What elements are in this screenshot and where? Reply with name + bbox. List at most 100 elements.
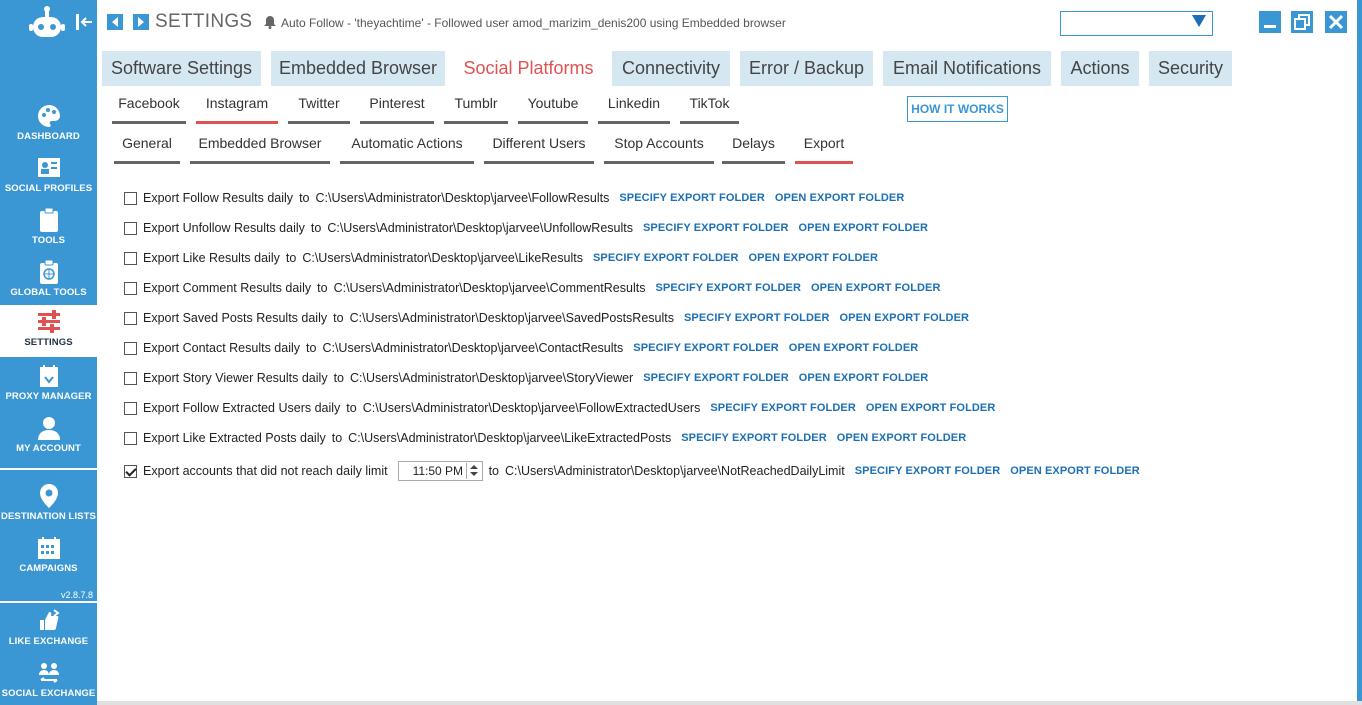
subtab-general[interactable]: General: [114, 135, 180, 164]
forward-button[interactable]: [133, 14, 149, 30]
open-export-folder-link[interactable]: OPEN EXPORT FOLDER: [837, 432, 967, 444]
open-export-folder-link[interactable]: OPEN EXPORT FOLDER: [775, 192, 905, 204]
specify-export-folder-link[interactable]: SPECIFY EXPORT FOLDER: [855, 465, 1001, 477]
export-path: C:\Users\Administrator\Desktop\jarvee\Sa…: [349, 311, 674, 325]
specify-export-folder-link[interactable]: SPECIFY EXPORT FOLDER: [643, 222, 789, 234]
tab-actions[interactable]: Actions: [1061, 51, 1139, 86]
platform-tab-linkedin[interactable]: Linkedin: [598, 95, 670, 124]
open-export-folder-link[interactable]: OPEN EXPORT FOLDER: [789, 342, 919, 354]
platform-tab-twitter[interactable]: Twitter: [288, 95, 350, 124]
subtab-delays[interactable]: Delays: [722, 135, 785, 164]
open-export-folder-link[interactable]: OPEN EXPORT FOLDER: [866, 402, 996, 414]
export-row: Export Contact Results daily to C:\Users…: [124, 339, 928, 357]
export-row: Export Like Extracted Posts daily to C:\…: [124, 429, 976, 447]
specify-export-folder-link[interactable]: SPECIFY EXPORT FOLDER: [710, 402, 856, 414]
map-pin-icon: [39, 484, 58, 508]
open-export-folder-link[interactable]: OPEN EXPORT FOLDER: [811, 282, 941, 294]
sidebar-item-label: SOCIAL EXCHANGE: [1, 688, 96, 699]
subtab-different-users[interactable]: Different Users: [484, 135, 594, 164]
tab-label: Pinterest: [369, 95, 425, 111]
specify-export-folder-link[interactable]: SPECIFY EXPORT FOLDER: [681, 432, 827, 444]
tab-connectivity[interactable]: Connectivity: [612, 51, 730, 86]
spinner-down-icon[interactable]: [467, 471, 481, 479]
platform-tab-instagram[interactable]: Instagram: [196, 95, 278, 124]
platform-tab-tiktok[interactable]: TikTok: [680, 95, 739, 124]
tab-software-settings[interactable]: Software Settings: [102, 51, 261, 86]
platform-tab-youtube[interactable]: Youtube: [518, 95, 588, 124]
export-path: C:\Users\Administrator\Desktop\jarvee\St…: [350, 371, 634, 385]
tab-error-backup[interactable]: Error / Backup: [740, 51, 873, 86]
export-checkbox[interactable]: [124, 401, 137, 415]
export-path: C:\Users\Administrator\Desktop\jarvee\Fo…: [315, 191, 610, 205]
minimize-button[interactable]: [1259, 11, 1281, 33]
restore-button[interactable]: [1291, 11, 1313, 33]
export-checkbox[interactable]: [124, 281, 137, 295]
open-export-folder-link[interactable]: OPEN EXPORT FOLDER: [840, 312, 970, 324]
sidebar-item-settings[interactable]: SETTINGS: [0, 305, 97, 357]
specify-export-folder-link[interactable]: SPECIFY EXPORT FOLDER: [633, 342, 779, 354]
open-export-folder-link[interactable]: OPEN EXPORT FOLDER: [749, 252, 879, 264]
export-checkbox[interactable]: [124, 311, 137, 325]
how-it-works-button[interactable]: HOW IT WORKS: [907, 96, 1008, 122]
export-checkbox[interactable]: [124, 431, 137, 445]
sidebar-item-global-tools[interactable]: GLOBAL TOOLS: [0, 255, 97, 307]
back-button[interactable]: [107, 14, 123, 30]
sidebar-item-my-account[interactable]: MY ACCOUNT: [0, 411, 97, 463]
specify-export-folder-link[interactable]: SPECIFY EXPORT FOLDER: [643, 372, 789, 384]
tab-embedded-browser[interactable]: Embedded Browser: [271, 51, 445, 86]
sidebar-item-social-exchange[interactable]: SOCIAL EXCHANGE: [0, 656, 97, 705]
time-spinner[interactable]: [465, 463, 481, 479]
tab-email-notifications[interactable]: Email Notifications: [883, 51, 1051, 86]
open-export-folder-link[interactable]: OPEN EXPORT FOLDER: [799, 222, 929, 234]
export-label: Export accounts that did not reach daily…: [143, 464, 388, 478]
proxy-icon: [39, 365, 58, 387]
sidebar-item-social-profiles[interactable]: SOCIAL PROFILES: [0, 151, 97, 203]
subtab-export[interactable]: Export: [795, 135, 853, 164]
export-label: Export Saved Posts Results daily: [143, 311, 328, 325]
platform-tab-tumblr[interactable]: Tumblr: [444, 95, 508, 124]
export-label: Export Comment Results daily: [143, 281, 312, 295]
tab-label: Embedded Browser: [198, 135, 322, 151]
specify-export-folder-link[interactable]: SPECIFY EXPORT FOLDER: [593, 252, 739, 264]
subtab-automatic-actions[interactable]: Automatic Actions: [340, 135, 474, 164]
export-checkbox[interactable]: [124, 371, 137, 385]
sidebar-item-proxy-manager[interactable]: PROXY MANAGER: [0, 359, 97, 411]
sidebar-item-destination-lists[interactable]: DESTINATION LISTS: [0, 479, 97, 531]
to-label: to: [299, 191, 310, 205]
platform-tab-facebook[interactable]: Facebook: [112, 95, 186, 124]
export-checkbox[interactable]: [124, 341, 137, 355]
sidebar-item-like-exchange[interactable]: LIKE EXCHANGE: [0, 604, 97, 656]
specify-export-folder-link[interactable]: SPECIFY EXPORT FOLDER: [619, 192, 765, 204]
tab-label: Facebook: [118, 95, 180, 111]
tab-security[interactable]: Security: [1149, 51, 1232, 86]
chevron-down-icon: [1192, 15, 1206, 27]
export-checkbox-checked[interactable]: [124, 464, 137, 478]
platform-tab-pinterest[interactable]: Pinterest: [360, 95, 434, 124]
sidebar-item-label: CAMPAIGNS: [19, 563, 78, 574]
open-export-folder-link[interactable]: OPEN EXPORT FOLDER: [799, 372, 929, 384]
subtab-embedded-browser[interactable]: Embedded Browser: [190, 135, 330, 164]
page-title: SETTINGS: [155, 11, 253, 32]
specify-export-folder-link[interactable]: SPECIFY EXPORT FOLDER: [655, 282, 801, 294]
export-checkbox[interactable]: [124, 191, 137, 205]
close-button[interactable]: [1325, 11, 1347, 33]
account-select[interactable]: [1060, 11, 1213, 36]
spinner-up-icon[interactable]: [467, 463, 481, 471]
collapse-sidebar-icon[interactable]: [76, 14, 94, 30]
sidebar-item-dashboard[interactable]: DASHBOARD: [0, 99, 97, 151]
time-input[interactable]: 11:50 PM: [397, 461, 483, 481]
tab-label: TikTok: [689, 95, 730, 111]
sidebar-item-tools[interactable]: TOOLS: [0, 203, 97, 255]
specify-export-folder-link[interactable]: SPECIFY EXPORT FOLDER: [684, 312, 830, 324]
open-export-folder-link[interactable]: OPEN EXPORT FOLDER: [1010, 465, 1140, 477]
sidebar-item-label: TOOLS: [31, 235, 66, 246]
tab-social-platforms[interactable]: Social Platforms: [455, 51, 602, 86]
to-label: to: [488, 464, 500, 478]
export-checkbox[interactable]: [124, 221, 137, 235]
sidebar-item-campaigns[interactable]: CAMPAIGNS: [0, 531, 97, 583]
to-label: to: [310, 221, 322, 235]
subtab-stop-accounts[interactable]: Stop Accounts: [604, 135, 714, 164]
calendar-icon: [37, 537, 60, 559]
export-row: Export Like Results daily to C:\Users\Ad…: [124, 249, 888, 267]
export-checkbox[interactable]: [124, 251, 137, 265]
